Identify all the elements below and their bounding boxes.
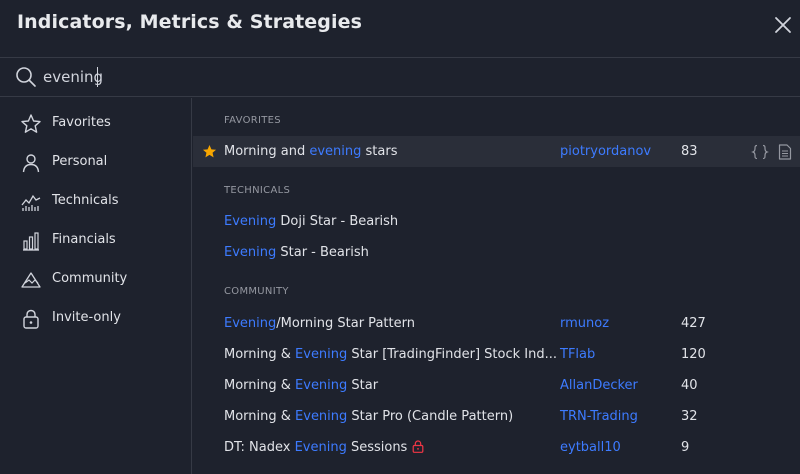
likes-count: 120 <box>681 347 706 362</box>
sidebar-item-label: Personal <box>52 154 108 169</box>
likes-count: 427 <box>681 316 706 331</box>
close-button[interactable] <box>772 14 794 36</box>
author-link[interactable]: piotryordanov <box>560 144 651 159</box>
name-text: Star [TradingFinder] Stock Ind... <box>347 347 557 362</box>
list-item[interactable]: Evening Star - Bearish <box>193 237 800 268</box>
likes-count: 32 <box>681 409 698 424</box>
list-item[interactable]: Morning & Evening Star [TradingFinder] S… <box>193 339 800 370</box>
name-highlight: Evening <box>224 245 277 260</box>
close-icon <box>775 17 791 33</box>
favorite-star-icon[interactable] <box>202 144 217 159</box>
sidebar-item-personal[interactable]: Personal <box>0 145 192 181</box>
script-name: DT: Nadex Evening Sessions <box>224 440 424 455</box>
author-link[interactable]: eytball10 <box>560 440 621 455</box>
name-text: Morning & <box>224 409 296 424</box>
script-name: Evening/Morning Star Pattern <box>224 316 415 331</box>
author-link[interactable]: rmunoz <box>560 316 609 331</box>
section-header-favorites: FAVORITES <box>224 115 281 126</box>
sidebar-item-community[interactable]: Community <box>0 262 192 298</box>
text-caret <box>97 67 98 87</box>
name-text: Morning & <box>224 378 296 393</box>
name-highlight: Evening <box>224 214 277 229</box>
results-panel: FAVORITES Morning and evening stars piot… <box>193 98 800 474</box>
name-highlight: Evening <box>295 347 348 362</box>
lock-icon <box>23 309 39 329</box>
name-highlight: Evening <box>295 409 348 424</box>
script-name: Evening Doji Star - Bearish <box>224 214 398 229</box>
name-highlight: Evening <box>224 316 277 331</box>
script-name: Morning & Evening Star <box>224 378 378 393</box>
author-link[interactable]: TRN-Trading <box>560 409 638 424</box>
name-text: Sessions <box>346 440 408 455</box>
likes-count: 40 <box>681 378 698 393</box>
sidebar-item-label: Invite-only <box>52 310 121 325</box>
list-item[interactable]: DT: Nadex Evening Sessions eytball10 9 <box>193 432 800 463</box>
indicators-dialog: Indicators, Metrics & Strategies Favorit… <box>0 0 800 474</box>
script-name: Evening Star - Bearish <box>224 245 369 260</box>
name-highlight: Evening <box>294 440 347 455</box>
list-item[interactable]: Evening/Morning Star Pattern rmunoz 427 <box>193 308 800 339</box>
list-item[interactable]: Evening Doji Star - Bearish <box>193 206 800 237</box>
name-text: Morning and <box>224 144 310 159</box>
script-name: Morning & Evening Star Pro (Candle Patte… <box>224 409 513 424</box>
document-icon[interactable] <box>778 144 792 160</box>
name-text: Star <box>347 378 379 393</box>
sidebar-item-technicals[interactable]: Technicals <box>0 184 192 220</box>
person-icon <box>22 154 40 173</box>
likes-count: 9 <box>681 440 690 455</box>
search-bar <box>0 57 800 97</box>
technicals-chart-icon <box>21 194 41 211</box>
name-text: stars <box>361 144 398 159</box>
script-name: Morning and evening stars <box>224 144 398 159</box>
name-text: DT: Nadex <box>224 440 295 455</box>
search-icon <box>16 67 36 87</box>
star-outline-icon <box>21 114 41 133</box>
sidebar-item-label: Community <box>52 271 128 286</box>
name-text: Morning & <box>224 347 296 362</box>
sidebar-item-favorites[interactable]: Favorites <box>0 106 192 142</box>
name-text: Star Pro (Candle Pattern) <box>347 409 514 424</box>
likes-count: 83 <box>681 144 698 159</box>
sidebar-item-label: Financials <box>52 232 116 247</box>
invite-only-lock-icon <box>412 440 424 453</box>
script-name: Morning & Evening Star [TradingFinder] S… <box>224 347 557 362</box>
author-link[interactable]: AllanDecker <box>560 378 638 393</box>
sidebar-item-label: Technicals <box>52 193 119 208</box>
search-input[interactable] <box>43 64 743 90</box>
sidebar-item-invite-only[interactable]: Invite-only <box>0 301 192 337</box>
dialog-title: Indicators, Metrics & Strategies <box>17 11 363 33</box>
section-header-community: COMMUNITY <box>224 286 289 297</box>
name-highlight: Evening <box>295 378 348 393</box>
community-icon <box>21 272 41 288</box>
name-highlight: evening <box>309 144 362 159</box>
name-text: Doji Star - Bearish <box>276 214 399 229</box>
list-item[interactable]: Morning & Evening Star Pro (Candle Patte… <box>193 401 800 432</box>
sidebar-item-label: Favorites <box>52 115 111 130</box>
bar-chart-icon <box>23 232 39 251</box>
sidebar-item-financials[interactable]: Financials <box>0 223 192 259</box>
name-text: Star - Bearish <box>276 245 369 260</box>
favorite-row[interactable]: Morning and evening stars piotryordanov … <box>193 136 800 167</box>
author-link[interactable]: TFlab <box>560 347 595 362</box>
list-item[interactable]: Morning & Evening Star AllanDecker 40 <box>193 370 800 401</box>
dialog-header: Indicators, Metrics & Strategies <box>0 0 800 50</box>
name-text: /Morning Star Pattern <box>276 316 415 331</box>
section-header-technicals: TECHNICALS <box>224 185 291 196</box>
category-sidebar: Favorites Personal Technicals Financials… <box>0 98 192 474</box>
source-code-icon[interactable] <box>751 144 769 160</box>
